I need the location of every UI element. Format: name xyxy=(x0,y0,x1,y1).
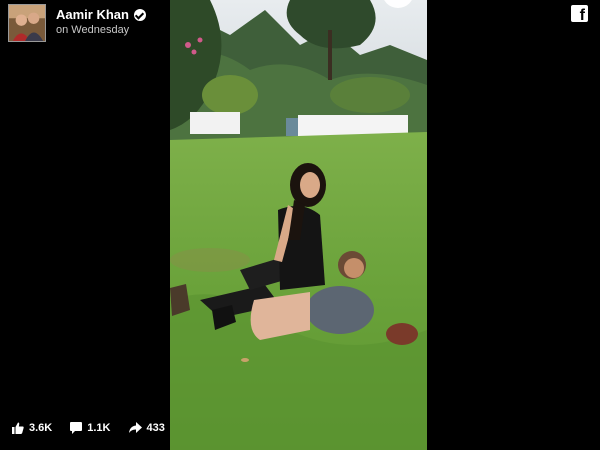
author-name[interactable]: Aamir Khan xyxy=(56,7,129,22)
comment-icon xyxy=(70,422,83,434)
profile-avatar[interactable] xyxy=(8,4,46,42)
shares-value: 433 xyxy=(146,422,165,434)
verified-badge-icon xyxy=(133,8,146,21)
likes-count[interactable]: 3.6K xyxy=(12,422,52,434)
post-author[interactable]: Aamir Khan xyxy=(56,7,146,22)
facebook-icon[interactable]: f xyxy=(571,5,588,24)
comments-count[interactable]: 1.1K xyxy=(70,422,111,434)
post-timestamp[interactable]: on Wednesday xyxy=(56,24,129,36)
video-viewer: Aamir Khan on Wednesday f 3.6K 1.1K 433 xyxy=(0,0,600,450)
post-photo[interactable] xyxy=(170,0,427,450)
likes-value: 3.6K xyxy=(29,422,53,434)
thumbs-up-icon xyxy=(12,422,24,434)
comments-value: 1.1K xyxy=(87,422,111,434)
shares-count[interactable]: 433 xyxy=(128,422,165,434)
share-arrow-icon xyxy=(128,422,142,433)
engagement-stats: 3.6K 1.1K 433 xyxy=(12,422,183,434)
